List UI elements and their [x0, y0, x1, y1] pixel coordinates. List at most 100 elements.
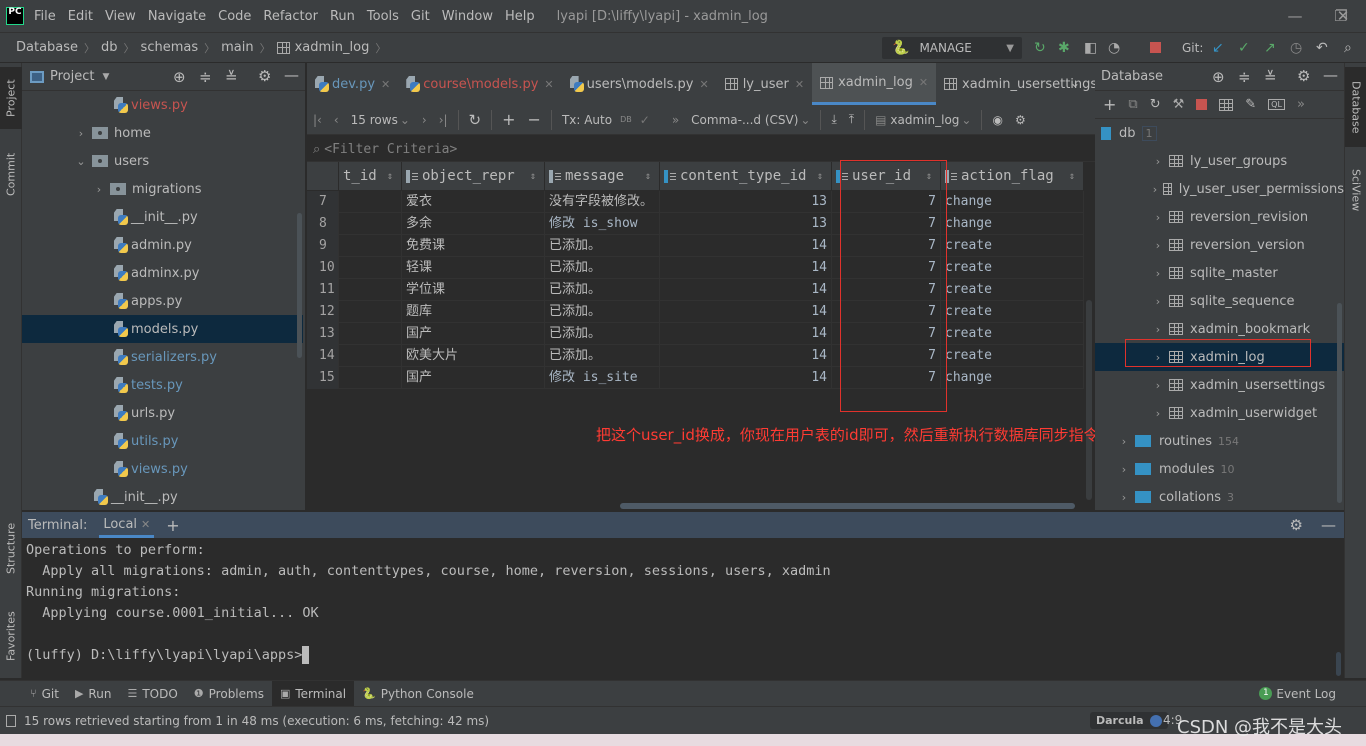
- refresh-icon[interactable]: ↻: [1150, 97, 1161, 112]
- import-upload-icon[interactable]: ⤒: [849, 112, 854, 127]
- db-table-item[interactable]: › reversion_revision: [1095, 203, 1344, 231]
- chevron-right-icon[interactable]: ›: [1117, 463, 1131, 476]
- column-header-action-flag[interactable]: action_flag ⇕: [941, 162, 1084, 190]
- column-header-message[interactable]: message ⇕: [545, 162, 660, 190]
- cell-action-flag[interactable]: create: [941, 323, 1084, 345]
- db-table-item[interactable]: › sqlite_master: [1095, 259, 1344, 287]
- chevron-right-icon[interactable]: ›: [1151, 267, 1165, 280]
- more-actions-icon[interactable]: »: [1297, 97, 1305, 112]
- debug-icon[interactable]: ✱: [1058, 41, 1070, 55]
- bottom-tab-terminal[interactable]: ▣ Terminal: [271, 680, 355, 707]
- close-tab-icon[interactable]: ✕: [141, 518, 150, 531]
- cell-action-flag[interactable]: create: [941, 257, 1084, 279]
- tree-item[interactable]: tests.py: [22, 371, 303, 399]
- tree-item[interactable]: apps.py: [22, 287, 303, 315]
- close-window-button[interactable]: ✕: [1320, 4, 1366, 28]
- table-row[interactable]: 15 国产 修改 is_site 14 7 change: [307, 367, 1084, 389]
- close-tab-icon[interactable]: ✕: [699, 78, 708, 91]
- sort-icon[interactable]: ⇕: [1069, 171, 1075, 182]
- tree-item[interactable]: __init__.py: [22, 483, 303, 511]
- table-row[interactable]: 10 轻课 已添加。 14 7 create: [307, 257, 1084, 279]
- stop-icon[interactable]: [1150, 42, 1161, 53]
- hide-panel-icon[interactable]: —: [284, 66, 299, 84]
- new-terminal-icon[interactable]: +: [166, 516, 179, 535]
- bottom-tab-git[interactable]: ⑂ Git: [22, 681, 67, 707]
- view-options-eye-icon[interactable]: ◉: [992, 113, 1002, 127]
- cell-t-id[interactable]: [339, 191, 402, 213]
- cell-object-repr[interactable]: 题库: [402, 301, 545, 323]
- tree-item[interactable]: __init__.py: [22, 203, 303, 231]
- sort-icon[interactable]: ⇕: [645, 171, 651, 182]
- cell-t-id[interactable]: [339, 323, 402, 345]
- cell-content-type-id[interactable]: 14: [660, 345, 832, 367]
- add-datasource-icon[interactable]: +: [1103, 95, 1116, 114]
- chevron-right-icon[interactable]: ›: [1151, 239, 1165, 252]
- breadcrumb-main[interactable]: main: [221, 40, 253, 55]
- menu-view[interactable]: View: [105, 9, 136, 24]
- chevron-right-icon[interactable]: ›: [1117, 435, 1131, 448]
- coverage-icon[interactable]: ◧: [1084, 41, 1097, 55]
- db-root-item[interactable]: db 1: [1095, 119, 1344, 147]
- hide-terminal-icon[interactable]: —: [1321, 516, 1336, 534]
- breadcrumb-schemas[interactable]: schemas: [141, 40, 199, 55]
- tree-item[interactable]: adminx.py: [22, 259, 303, 287]
- db-table-item[interactable]: › reversion_version: [1095, 231, 1344, 259]
- sort-icon[interactable]: ⇕: [387, 171, 393, 182]
- filter-criteria-input[interactable]: ⌕ <Filter Criteria>: [307, 137, 1095, 162]
- settings-gear-icon[interactable]: ⚙: [258, 67, 271, 85]
- chevron-right-icon[interactable]: ›: [1117, 491, 1131, 504]
- db-table-item[interactable]: › sqlite_sequence: [1095, 287, 1344, 315]
- menu-navigate[interactable]: Navigate: [148, 9, 206, 24]
- sciview-tool-tab[interactable]: SciView: [1345, 159, 1366, 221]
- cell-object-repr[interactable]: 国产: [402, 367, 545, 389]
- tab-list-chevron-icon[interactable]: ⌄: [1070, 76, 1080, 90]
- rows-count-select[interactable]: 15 rows: [351, 113, 398, 127]
- db-folder-item[interactable]: › modules 10: [1095, 455, 1344, 483]
- bottom-tab-python-console[interactable]: 🐍 Python Console: [354, 681, 482, 707]
- cell-message[interactable]: 已添加。: [545, 235, 660, 257]
- table-row[interactable]: 13 国产 已添加。 14 7 create: [307, 323, 1084, 345]
- table-source-select[interactable]: xadmin_log: [890, 113, 959, 127]
- theme-indicator[interactable]: Darcula: [1090, 712, 1168, 729]
- column-header-object-repr[interactable]: object_repr ⇕: [402, 162, 545, 190]
- menu-file[interactable]: File: [34, 9, 56, 24]
- tree-item[interactable]: urls.py: [22, 399, 303, 427]
- project-view-select[interactable]: Project: [50, 69, 94, 84]
- table-row[interactable]: 7 爱衣 没有字段被修改。 13 7 change: [307, 191, 1084, 213]
- git-rollback-icon[interactable]: ↶: [1316, 41, 1328, 55]
- previous-page-icon[interactable]: ‹: [334, 113, 339, 127]
- cell-content-type-id[interactable]: 14: [660, 257, 832, 279]
- add-row-icon[interactable]: +: [502, 110, 515, 129]
- git-update-icon[interactable]: ↙: [1212, 41, 1224, 55]
- tree-item[interactable]: serializers.py: [22, 343, 303, 371]
- expand-all-icon[interactable]: ≑: [199, 68, 212, 86]
- menu-git[interactable]: Git: [411, 9, 430, 24]
- status-toggle-icon[interactable]: [6, 714, 16, 727]
- tree-item[interactable]: models.py: [22, 315, 303, 343]
- locate-icon[interactable]: ⊕: [173, 68, 186, 86]
- transaction-mode-select[interactable]: Tx: Auto: [562, 113, 612, 127]
- edit-pencil-icon[interactable]: ✎: [1245, 97, 1256, 112]
- menu-code[interactable]: Code: [218, 9, 251, 24]
- cell-t-id[interactable]: [339, 367, 402, 389]
- stop-icon[interactable]: [1196, 99, 1208, 110]
- cell-n[interactable]: 9: [307, 235, 339, 257]
- cell-action-flag[interactable]: change: [941, 213, 1084, 235]
- cell-content-type-id[interactable]: 13: [660, 213, 832, 235]
- minimize-button[interactable]: —: [1272, 4, 1318, 28]
- menu-edit[interactable]: Edit: [68, 9, 93, 24]
- editor-tab[interactable]: users\models.py ✕: [562, 63, 717, 105]
- tree-item[interactable]: admin.py: [22, 231, 303, 259]
- cell-content-type-id[interactable]: 14: [660, 301, 832, 323]
- settings-gear-icon[interactable]: ⚙: [1297, 67, 1310, 85]
- cell-t-id[interactable]: [339, 213, 402, 235]
- rerun-icon[interactable]: ↻: [1034, 41, 1046, 55]
- db-folder-item[interactable]: › collations 3: [1095, 483, 1344, 511]
- cell-object-repr[interactable]: 多余: [402, 213, 545, 235]
- chevron-right-icon[interactable]: ›: [1151, 295, 1165, 308]
- cell-message[interactable]: 没有字段被修改。: [545, 191, 660, 213]
- cell-n[interactable]: 14: [307, 345, 339, 367]
- favorites-tool-tab[interactable]: Favorites: [0, 601, 22, 671]
- chevron-down-icon[interactable]: ⌄: [74, 155, 88, 168]
- structure-tool-tab[interactable]: Structure: [0, 513, 22, 583]
